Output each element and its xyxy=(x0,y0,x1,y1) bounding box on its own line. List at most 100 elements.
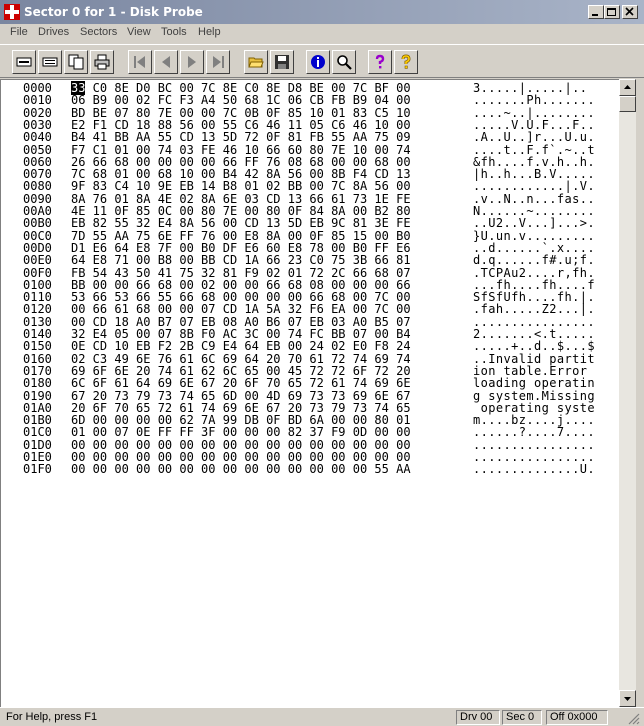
row-ascii[interactable]: ............|.V. xyxy=(473,180,595,192)
row-bytes[interactable]: 26 66 68 00 00 00 00 66 FF 76 08 68 00 0… xyxy=(71,156,411,168)
row-ascii[interactable]: ..Invalid partit xyxy=(473,353,595,365)
row-bytes[interactable]: 02 C3 49 6E 76 61 6C 69 64 20 70 61 72 7… xyxy=(71,353,411,365)
row-ascii[interactable]: loading operatin xyxy=(473,377,595,389)
row-bytes[interactable]: 6C 6F 61 64 69 6E 67 20 6F 70 65 72 61 7… xyxy=(71,377,411,389)
hex-view[interactable]: 0000 33 C0 8E D0 BC 00 7C 8E C0 8E D8 BE … xyxy=(0,79,619,707)
row-bytes[interactable]: 33 C0 8E D0 BC 00 7C 8E C0 8E D8 BE 00 7… xyxy=(71,81,411,95)
row-offset: 00C0 xyxy=(23,228,52,243)
row-ascii[interactable]: m....bz....j.... xyxy=(473,414,595,426)
row-bytes[interactable]: B4 41 BB AA 55 CD 13 5D 72 0F 81 FB 55 A… xyxy=(71,131,411,143)
row-ascii[interactable]: .....V.U.F...F.. xyxy=(473,119,595,131)
row-ascii[interactable]: .TCPAu2....r,fh. xyxy=(473,267,595,279)
menu-drives[interactable]: Drives xyxy=(38,26,69,38)
scroll-up-button[interactable] xyxy=(619,79,636,96)
row-bytes[interactable]: 00 00 00 00 00 00 00 00 00 00 00 00 00 0… xyxy=(71,463,411,475)
row-bytes[interactable]: EB 82 55 32 E4 8A 56 00 CD 13 5D EB 9C 8… xyxy=(71,217,411,229)
row-bytes[interactable]: E2 F1 CD 18 88 56 00 55 C6 46 11 05 C6 4… xyxy=(71,119,411,131)
row-bytes[interactable]: 7C 68 01 00 68 10 00 B4 42 8A 56 00 8B F… xyxy=(71,168,411,180)
row-ascii[interactable]: ....~..|........ xyxy=(473,107,595,119)
row-ascii[interactable]: &fh....f.v.h..h. xyxy=(473,156,595,168)
row-bytes[interactable]: BB 00 00 66 68 00 02 00 00 66 68 08 00 0… xyxy=(71,279,411,291)
row-bytes[interactable]: F7 C1 01 00 74 03 FE 46 10 66 60 80 7E 1… xyxy=(71,144,411,156)
row-offset: 0010 xyxy=(23,93,52,108)
row-bytes[interactable]: 20 6F 70 65 72 61 74 69 6E 67 20 73 79 7… xyxy=(71,402,411,414)
print-button[interactable] xyxy=(90,50,114,74)
row-bytes[interactable]: 32 E4 05 00 07 8B F0 AC 3C 00 74 FC BB 0… xyxy=(71,328,411,340)
row-ascii[interactable]: .....+..d..$...$ xyxy=(473,340,595,352)
row-ascii[interactable]: ..............U. xyxy=(473,463,595,475)
row-bytes[interactable]: BD BE 07 80 7E 00 00 7C 0B 0F 85 10 01 8… xyxy=(71,107,411,119)
row-bytes[interactable]: 00 00 00 00 00 00 00 00 00 00 00 00 00 0… xyxy=(71,439,411,451)
menu-view[interactable]: View xyxy=(127,26,151,38)
row-bytes[interactable]: FB 54 43 50 41 75 32 81 F9 02 01 72 2C 6… xyxy=(71,267,411,279)
row-ascii[interactable]: g system.Missing xyxy=(473,390,595,402)
row-bytes[interactable]: 00 00 00 00 00 00 00 00 00 00 00 00 00 0… xyxy=(71,451,411,463)
row-ascii[interactable]: ...fh....fh....f xyxy=(473,279,595,291)
row-ascii[interactable]: ion table.Error xyxy=(473,365,595,377)
read-next-button[interactable] xyxy=(38,50,62,74)
menu-tools[interactable]: Tools xyxy=(161,26,187,38)
save-button[interactable] xyxy=(270,50,294,74)
row-bytes[interactable]: 00 66 61 68 00 00 07 CD 1A 5A 32 F6 EA 0… xyxy=(71,303,411,315)
row-bytes[interactable]: 6D 00 00 00 00 62 7A 99 DB 0F BD 6A 00 0… xyxy=(71,414,411,426)
context-help-button[interactable] xyxy=(394,50,418,74)
scroll-down-button[interactable] xyxy=(619,690,636,707)
row-bytes[interactable]: 7D 55 AA 75 6E FF 76 00 E8 8A 00 0F 85 1… xyxy=(71,230,411,242)
row-ascii[interactable]: .A..U..]r...U.u. xyxy=(473,131,595,143)
menu-help[interactable]: Help xyxy=(198,26,221,38)
row-ascii[interactable]: 2.......<.t..... xyxy=(473,328,595,340)
copy-button[interactable] xyxy=(64,50,88,74)
title-bar[interactable]: Sector 0 for 1 - Disk Probe xyxy=(0,0,644,24)
open-button[interactable] xyxy=(244,50,268,74)
last-sector-button[interactable] xyxy=(206,50,230,74)
row-offset: 01B0 xyxy=(23,413,52,428)
previous-sector-button[interactable] xyxy=(154,50,178,74)
row-ascii[interactable]: |h..h...B.V..... xyxy=(473,168,595,180)
find-button[interactable] xyxy=(332,50,356,74)
vertical-scrollbar[interactable] xyxy=(619,79,636,707)
row-offset: 00F0 xyxy=(23,265,52,280)
row-bytes[interactable]: 64 E8 71 00 B8 00 BB CD 1A 66 23 C0 75 3… xyxy=(71,254,411,266)
row-bytes[interactable]: 4E 11 0F 85 0C 00 80 7E 00 80 0F 84 8A 0… xyxy=(71,205,411,217)
row-ascii[interactable]: operating syste xyxy=(473,402,595,414)
row-ascii[interactable]: ..U2..V...]...>. xyxy=(473,217,595,229)
row-ascii[interactable]: ....t..F.f`.~..t xyxy=(473,144,595,156)
drive-icon xyxy=(42,57,58,67)
row-bytes[interactable]: 69 6F 6E 20 74 61 62 6C 65 00 45 72 72 6… xyxy=(71,365,411,377)
row-bytes[interactable]: 01 00 07 0E FF FF 3F 00 00 00 82 37 F9 0… xyxy=(71,426,411,438)
row-ascii[interactable]: ................ xyxy=(473,451,595,463)
row-bytes[interactable]: 53 66 53 66 55 66 68 00 00 00 00 66 68 0… xyxy=(71,291,411,303)
row-bytes[interactable]: 67 20 73 79 73 74 65 6D 00 4D 69 73 73 6… xyxy=(71,390,411,402)
row-ascii[interactable]: }U.un.v......... xyxy=(473,230,595,242)
row-ascii[interactable]: ................ xyxy=(473,439,595,451)
maximize-button[interactable] xyxy=(604,5,620,19)
row-ascii[interactable]: .fah.....Z2...|. xyxy=(473,303,595,315)
row-bytes[interactable]: 9F 83 C4 10 9E EB 14 B8 01 02 BB 00 7C 8… xyxy=(71,180,411,192)
row-ascii[interactable]: .......Ph....... xyxy=(473,94,595,106)
row-ascii[interactable]: N......~........ xyxy=(473,205,595,217)
info-button[interactable] xyxy=(306,50,330,74)
row-ascii[interactable]: ......?....7.... xyxy=(473,426,595,438)
next-sector-button[interactable] xyxy=(180,50,204,74)
next-sector-icon xyxy=(188,56,196,68)
row-bytes[interactable]: 06 B9 00 02 FC F3 A4 50 68 1C 06 CB FB B… xyxy=(71,94,411,106)
row-bytes[interactable]: 0E CD 10 EB F2 2B C9 E4 64 EB 00 24 02 E… xyxy=(71,340,411,352)
menu-sectors[interactable]: Sectors xyxy=(80,26,117,38)
row-bytes[interactable]: 00 CD 18 A0 B7 07 EB 08 A0 B6 07 EB 03 A… xyxy=(71,316,411,328)
row-ascii[interactable]: SfSfUfh....fh.|. xyxy=(473,291,595,303)
scroll-thumb[interactable] xyxy=(619,96,636,112)
row-bytes[interactable]: D1 E6 64 E8 7F 00 B0 DF E6 60 E8 78 00 B… xyxy=(71,242,411,254)
row-ascii[interactable]: .v..N..n...fas.. xyxy=(473,193,595,205)
row-ascii[interactable]: ................ xyxy=(473,316,595,328)
read-sector-button[interactable] xyxy=(12,50,36,74)
help-button[interactable] xyxy=(368,50,392,74)
menu-file[interactable]: File xyxy=(10,26,28,38)
minimize-button[interactable] xyxy=(588,5,604,19)
row-ascii[interactable]: ..d......`.x.... xyxy=(473,242,595,254)
row-ascii[interactable]: 3.....|.....|.. xyxy=(473,82,587,94)
close-button[interactable] xyxy=(622,5,638,19)
size-grip-icon[interactable] xyxy=(626,711,640,725)
row-ascii[interactable]: d.q......f#.u;f. xyxy=(473,254,595,266)
first-sector-button[interactable] xyxy=(128,50,152,74)
row-bytes[interactable]: 8A 76 01 8A 4E 02 8A 6E 03 CD 13 66 61 7… xyxy=(71,193,411,205)
